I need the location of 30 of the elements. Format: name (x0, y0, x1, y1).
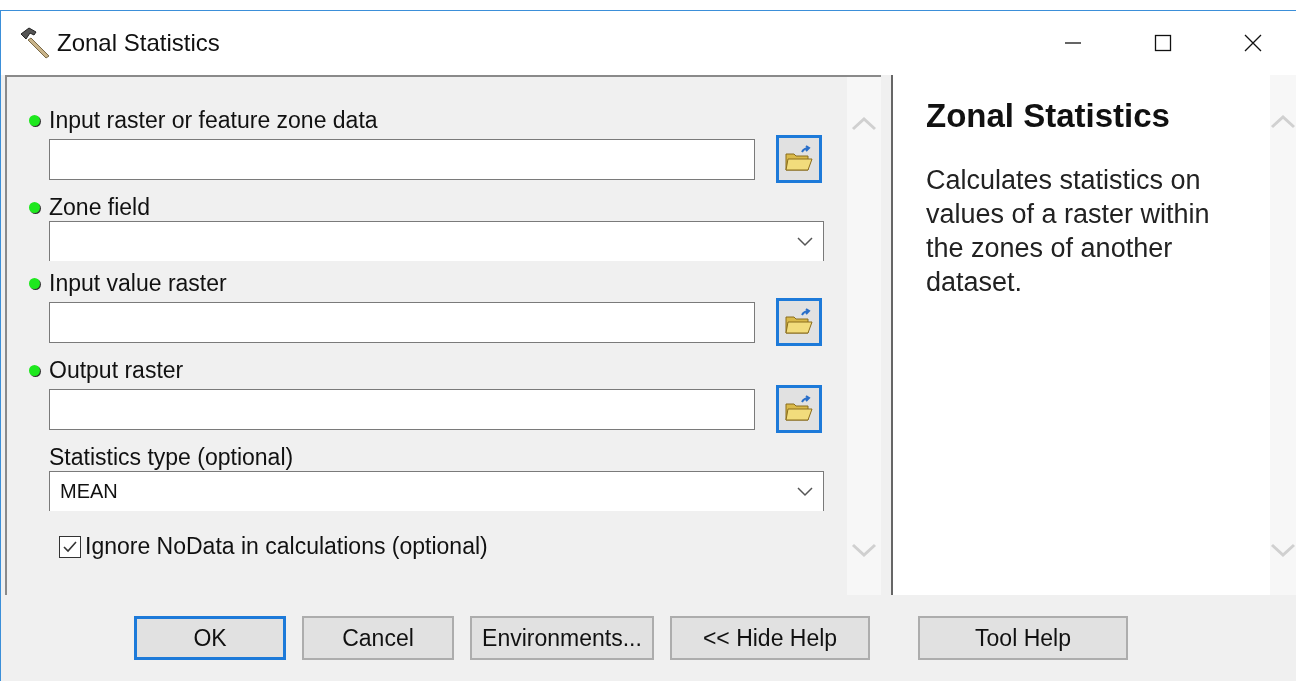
parameter-label: Output raster (49, 356, 184, 384)
checkbox-label: Ignore NoData in calculations (optional) (85, 533, 488, 560)
dialog-button[interactable]: Environments... (470, 616, 654, 660)
dialog-button[interactable]: Tool Help (918, 616, 1128, 660)
maximize-icon[interactable] (1154, 34, 1172, 52)
dialog-button[interactable]: << Hide Help (670, 616, 870, 660)
folder-icon (784, 308, 814, 336)
browse-button[interactable] (776, 135, 822, 183)
parameter-label: Statistics type (optional) (49, 443, 294, 471)
close-icon[interactable] (1244, 34, 1262, 52)
caret-icon (797, 236, 813, 247)
window-title: Zonal Statistics (57, 29, 220, 57)
help-text: Calculates statistics on values of a raster within the zones of another dataset. (926, 164, 1211, 299)
folder-icon (784, 395, 814, 423)
input-field[interactable] (49, 138, 755, 180)
parameter-label: Zone field (49, 193, 150, 221)
browse-button[interactable] (776, 385, 822, 433)
dropdown-field[interactable]: MEAN (49, 471, 824, 511)
folder-icon (784, 145, 814, 173)
help-title: Zonal Statistics (926, 97, 1171, 135)
input-field[interactable] (49, 388, 755, 430)
input-field[interactable] (49, 301, 755, 343)
caret-icon (797, 486, 813, 497)
parameter-label: Input raster or feature zone data (49, 106, 378, 134)
dialog-button[interactable]: OK (134, 616, 286, 660)
checkbox[interactable] (59, 535, 81, 558)
dialog-button[interactable]: Cancel (302, 616, 454, 660)
browse-button[interactable] (776, 298, 822, 346)
parameter-label: Input value raster (49, 269, 227, 297)
dropdown-field[interactable] (49, 221, 824, 261)
